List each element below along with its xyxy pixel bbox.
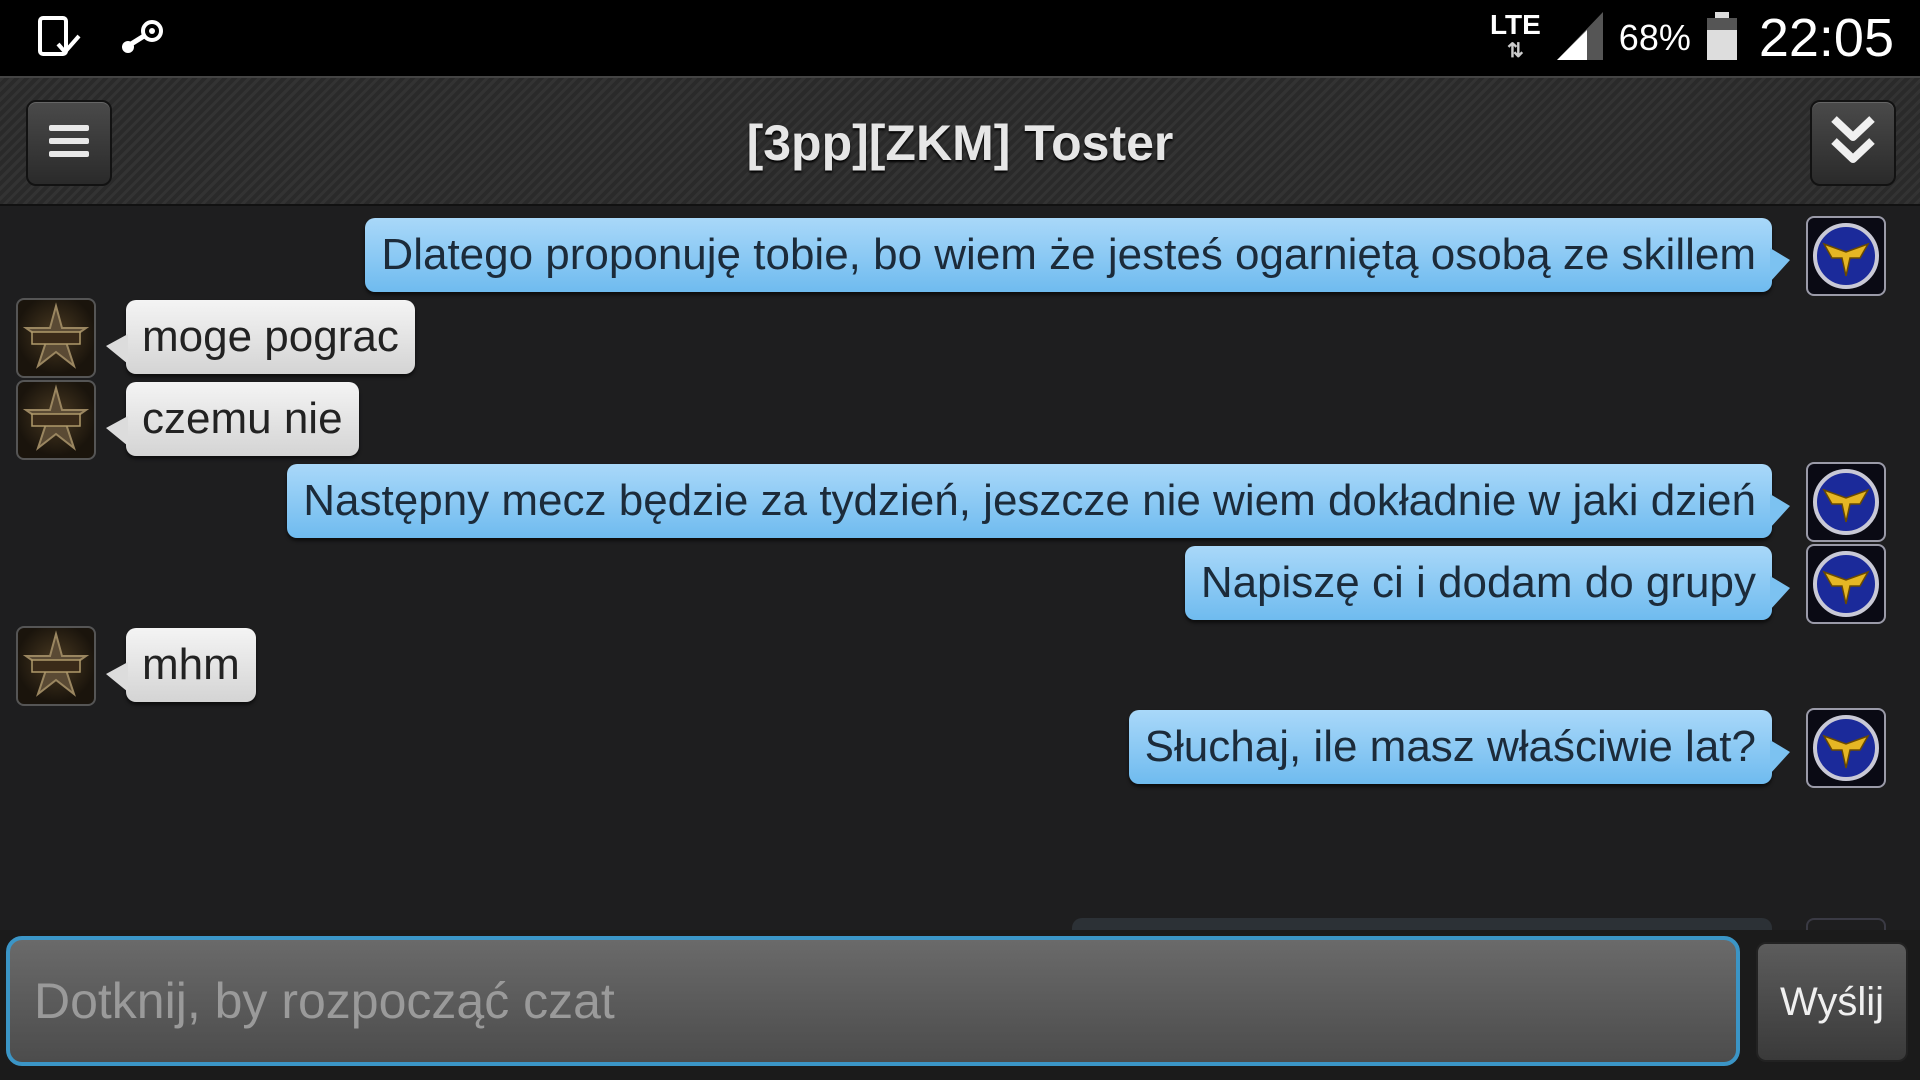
message-list[interactable]: Dlatego proponuję tobie, bo wiem że jest… — [0, 206, 1920, 930]
battery-percent: 68% — [1618, 17, 1691, 58]
outgoing-message-bubble[interactable]: Następny mecz będzie za tydzień, jeszcze… — [287, 464, 1790, 538]
battery-icon — [1705, 10, 1739, 67]
outgoing-message-bubble[interactable]: Słuchaj, ile masz właściwie lat? — [1128, 710, 1791, 784]
incoming-message-bubble[interactable]: mhm — [106, 628, 256, 702]
incoming-message-bubble[interactable]: moge pograc — [106, 300, 415, 374]
my-avatar[interactable] — [1806, 708, 1886, 788]
wing-emblem-icon — [1813, 551, 1879, 617]
network-indicator: LTE ⇅ — [1489, 9, 1541, 63]
double-chevron-down-icon — [1828, 113, 1878, 174]
chat-input[interactable] — [6, 936, 1740, 1066]
my-avatar[interactable] — [1806, 462, 1886, 542]
message-row-outgoing: Następny mecz będzie za tydzień, jeszcze… — [0, 458, 1920, 544]
steam-icon — [116, 17, 166, 62]
incoming-message-bubble[interactable]: czemu nie — [106, 382, 359, 456]
wing-emblem-icon — [1813, 715, 1879, 781]
message-row-outgoing: Słuchaj, ile masz właściwie lat? — [0, 704, 1920, 790]
ranger-emblem-icon — [22, 302, 90, 369]
signal-strength-icon — [1555, 10, 1605, 67]
chat-header: [3pp][ZKM] Toster — [0, 76, 1920, 206]
message-row-incoming: moge pograc — [0, 294, 1920, 380]
outgoing-message-bubble[interactable]: Napiszę ci i dodam do grupy — [1184, 546, 1791, 620]
menu-button[interactable] — [26, 100, 112, 186]
outgoing-message-bubble[interactable]: Dlatego proponuję tobie, bo wiem że jest… — [365, 218, 1790, 292]
contact-avatar[interactable] — [16, 380, 96, 460]
wing-emblem-icon — [1813, 469, 1879, 535]
message-row-outgoing: Dlatego proponuję tobie, bo wiem że jest… — [0, 212, 1920, 298]
message-row-incoming: czemu nie — [0, 376, 1920, 462]
clock: 22:05 — [1758, 8, 1894, 68]
chat-title: [3pp][ZKM] Toster — [746, 115, 1174, 171]
contact-avatar[interactable] — [16, 626, 96, 706]
message-row-outgoing: Napiszę ci i dodam do grupy — [0, 540, 1920, 626]
my-avatar[interactable] — [1806, 544, 1886, 624]
ranger-emblem-icon — [22, 630, 90, 697]
status-bar: LTE ⇅ 68% 22:05 — [0, 0, 1920, 76]
my-avatar[interactable] — [1806, 216, 1886, 296]
screenshot-saved-icon — [36, 14, 82, 65]
contact-avatar[interactable] — [16, 298, 96, 378]
scroll-to-bottom-button[interactable] — [1810, 100, 1896, 186]
message-composer: Wyślij — [0, 930, 1920, 1080]
ranger-emblem-icon — [22, 384, 90, 451]
wing-emblem-icon — [1813, 223, 1879, 289]
send-button[interactable]: Wyślij — [1756, 942, 1908, 1062]
hamburger-menu-icon — [47, 119, 91, 168]
message-row-incoming: mhm — [0, 622, 1920, 708]
